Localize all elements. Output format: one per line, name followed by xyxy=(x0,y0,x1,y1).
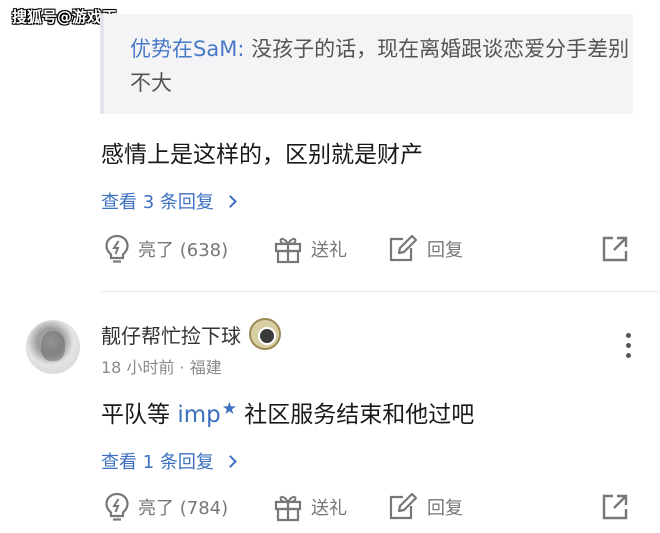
view-replies-link[interactable]: 查看 1 条回复 xyxy=(101,448,237,474)
chevron-right-icon xyxy=(224,194,237,208)
star-icon: ★ xyxy=(221,399,237,419)
view-replies-label: 查看 1 条回复 xyxy=(101,452,214,473)
reply-text: 感情上是这样的，区别就是财产 xyxy=(101,142,423,168)
lightbulb-icon xyxy=(105,492,129,521)
gift-label: 送礼 xyxy=(311,498,347,519)
gift-button[interactable]: 送礼 xyxy=(273,234,347,264)
like-count: 亮了 (638) xyxy=(138,240,229,261)
avatar[interactable] xyxy=(26,320,80,374)
like-count: 亮了 (784) xyxy=(138,498,229,519)
quoted-comment: 优势在SaM: 没孩子的话，现在离婚跟谈恋爱分手差别不大 xyxy=(100,14,633,114)
reply-label: 回复 xyxy=(427,498,463,519)
quote-content: 优势在SaM: 没孩子的话，现在离婚跟谈恋爱分手差别不大 xyxy=(130,32,630,100)
gift-icon xyxy=(274,237,302,264)
reply-button[interactable]: 回复 xyxy=(387,234,463,264)
comment-text-start: 平队等 xyxy=(101,402,170,428)
share-button[interactable] xyxy=(600,234,630,264)
like-button[interactable]: 亮了 (638) xyxy=(104,234,228,264)
comment-meta: 18 小时前 · 福建 xyxy=(101,358,222,377)
gift-button[interactable]: 送礼 xyxy=(273,492,347,522)
mention-link[interactable]: imp xyxy=(177,402,220,428)
comment-text-end: 社区服务结束和他过吧 xyxy=(244,402,475,428)
gift-icon xyxy=(274,495,302,522)
comment-header: 靓仔帮忙捡下球 xyxy=(101,318,281,350)
divider xyxy=(100,291,660,292)
username[interactable]: 靓仔帮忙捡下球 xyxy=(101,320,241,349)
comment-text: 平队等 imp★ 社区服务结束和他过吧 xyxy=(101,395,474,429)
more-vertical-icon[interactable] xyxy=(624,333,632,358)
reply-label: 回复 xyxy=(427,240,463,261)
view-replies-label: 查看 3 条回复 xyxy=(101,192,214,213)
chevron-right-icon xyxy=(224,454,237,468)
gift-label: 送礼 xyxy=(311,240,347,261)
quote-author[interactable]: 优势在SaM: xyxy=(130,37,244,61)
quote-bar xyxy=(100,14,104,114)
view-replies-link[interactable]: 查看 3 条回复 xyxy=(101,188,237,214)
user-badge-icon xyxy=(249,318,281,350)
lightbulb-icon xyxy=(105,234,129,263)
share-icon xyxy=(602,236,628,262)
share-icon xyxy=(602,494,628,520)
share-button[interactable] xyxy=(600,492,630,522)
reply-button[interactable]: 回复 xyxy=(387,492,463,522)
edit-reply-icon xyxy=(389,234,418,262)
edit-reply-icon xyxy=(389,492,418,520)
like-button[interactable]: 亮了 (784) xyxy=(104,492,228,522)
